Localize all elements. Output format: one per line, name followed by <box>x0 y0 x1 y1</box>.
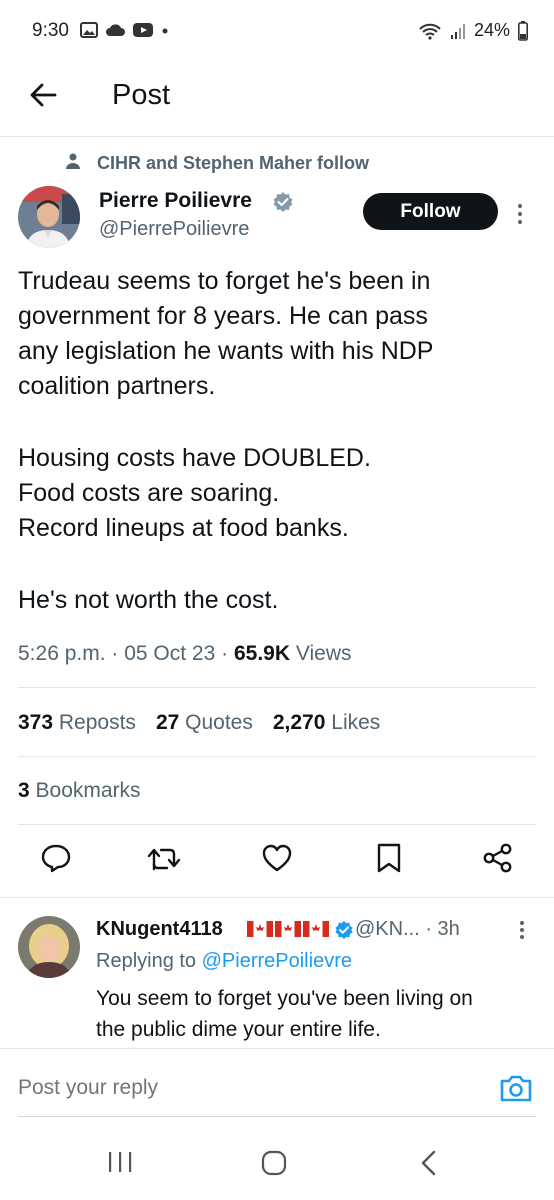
reply-text-line: You seem to forget you've been living on <box>96 987 473 1010</box>
post-text-line: government for 8 years. He can pass <box>18 302 428 330</box>
divider <box>18 824 536 825</box>
replying-to: Replying to @PierrePoilievre <box>96 950 352 973</box>
composer-underline <box>18 1116 536 1117</box>
wifi-icon <box>419 23 441 40</box>
post-date: 05 Oct 23 <box>124 642 216 665</box>
reply-input[interactable] <box>18 1076 458 1100</box>
reply-avatar[interactable] <box>18 916 80 978</box>
status-time: 9:30 <box>32 20 69 41</box>
back-nav-icon[interactable] <box>420 1150 438 1176</box>
bookmarks-label: Bookmarks <box>35 779 141 802</box>
reply-author-name[interactable]: KNugent4118 <box>96 918 223 941</box>
reply-text-line: the public dime your entire life. <box>96 1018 381 1041</box>
post-text-line: He's not worth the cost. <box>18 586 279 614</box>
signal-icon <box>450 23 465 39</box>
share-icon[interactable] <box>482 842 514 874</box>
header-divider <box>0 136 554 137</box>
post-text-line: Trudeau seems to forget he's been in <box>18 267 431 295</box>
reply-author-handle[interactable]: @KN... <box>355 918 420 940</box>
battery-icon <box>518 20 528 41</box>
dot-icon <box>162 28 168 34</box>
engagement-stats: 373 Reposts 27 Quotes 2,270 Likes <box>18 711 380 735</box>
divider <box>18 756 536 757</box>
reposts-count: 373 <box>18 711 54 734</box>
like-icon[interactable] <box>261 842 293 874</box>
canada-flag-icon <box>247 921 273 937</box>
reply-meta: @KN... · 3h <box>355 918 460 941</box>
status-right: 24% <box>418 20 528 41</box>
cloud-icon <box>106 24 125 36</box>
reposts-stat[interactable]: 373 Reposts <box>18 711 136 735</box>
reply-age: · 3h <box>425 918 460 940</box>
divider <box>0 897 554 898</box>
reply-text: You seem to forget you've been living on… <box>96 983 536 1045</box>
author-handle[interactable]: @PierrePoilievre <box>99 218 249 241</box>
canada-flag-icon <box>303 921 329 937</box>
bookmarks-stat[interactable]: 3 Bookmarks <box>18 779 141 803</box>
post-text: Trudeau seems to forget he's been in gov… <box>18 264 538 618</box>
more-options-icon[interactable] <box>518 920 526 940</box>
quotes-label: Quotes <box>185 711 253 734</box>
reply-icon[interactable] <box>40 842 72 874</box>
page-title: Post <box>112 79 171 111</box>
bookmarks-count: 3 <box>18 779 30 802</box>
author-name[interactable]: Pierre Poilievre <box>99 189 252 213</box>
back-arrow-icon[interactable] <box>28 80 58 110</box>
status-notification-icons <box>80 22 170 38</box>
divider <box>18 687 536 688</box>
repost-icon[interactable] <box>146 842 182 874</box>
likes-count: 2,270 <box>272 711 326 734</box>
verified-badge-icon <box>335 920 353 940</box>
canada-flag-icon <box>275 921 301 937</box>
quotes-count: 27 <box>155 711 180 734</box>
youtube-icon <box>133 23 153 37</box>
more-options-icon[interactable] <box>516 203 524 225</box>
likes-label: Likes <box>331 711 381 734</box>
likes-stat[interactable]: 2,270 Likes <box>273 711 380 735</box>
replying-handle-link[interactable]: @PierrePoilievre <box>202 950 352 972</box>
home-icon[interactable] <box>261 1150 287 1176</box>
post-text-line: Housing costs have DOUBLED. <box>18 444 371 472</box>
recent-apps-icon[interactable] <box>107 1150 133 1174</box>
verified-badge-icon <box>273 192 293 212</box>
author-avatar[interactable] <box>18 186 80 248</box>
follow-button[interactable]: Follow <box>363 193 498 230</box>
post-text-line: coalition partners. <box>18 372 216 400</box>
post-text-line: Record lineups at food banks. <box>18 514 349 542</box>
replying-prefix: Replying to <box>96 950 197 972</box>
camera-icon[interactable] <box>499 1073 533 1103</box>
gallery-icon <box>80 22 98 38</box>
post-meta: 5:26 p.m. · 05 Oct 23 · 65.9K Views <box>18 642 352 665</box>
post-text-line: any legislation he wants with his NDP <box>18 337 434 365</box>
bookmark-icon[interactable] <box>375 842 403 874</box>
person-icon <box>66 153 80 169</box>
quotes-stat[interactable]: 27 Quotes <box>156 711 253 735</box>
battery-percent: 24% <box>473 20 510 40</box>
post-text-line: Food costs are soaring. <box>18 479 280 507</box>
social-context: CIHR and Stephen Maher follow <box>97 153 370 173</box>
composer-divider <box>0 1048 554 1049</box>
views-label: Views <box>295 642 352 665</box>
post-time: 5:26 p.m. <box>18 642 106 665</box>
reposts-label: Reposts <box>58 711 136 734</box>
reply-flags <box>247 921 329 937</box>
views-count: 65.9K <box>233 642 291 665</box>
